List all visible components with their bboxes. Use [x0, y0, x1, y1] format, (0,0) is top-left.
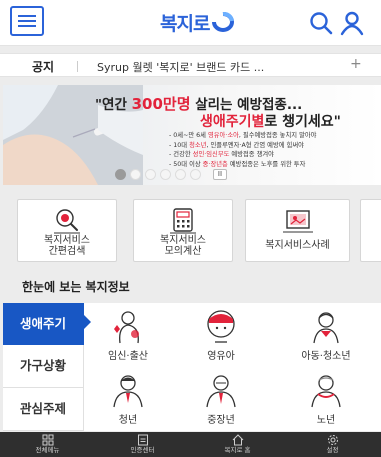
nav-label: 인증센터 [130, 446, 155, 454]
category-label: 영유아 [207, 351, 235, 362]
nav-certificate-center[interactable]: 인증센터 [95, 432, 190, 457]
nav-settings[interactable]: 설정 [285, 432, 380, 457]
nav-label: 전체메뉴 [35, 446, 60, 454]
service-label: 복지서비스 [160, 235, 206, 246]
welfare-info-panel: 생애 주기 가구 상황 관심 주제 임신·출산 영유아 아동·청소년 청년 중장… [3, 303, 381, 431]
slide-dot[interactable] [145, 169, 156, 180]
category-elderly[interactable]: 노년 [286, 373, 366, 426]
middle-aged-icon [206, 375, 236, 408]
hamburger-menu-icon[interactable] [10, 6, 44, 36]
category-label: 중장년 [207, 415, 235, 426]
category-label: 청년 [118, 415, 138, 426]
category-label: 노년 [316, 415, 336, 426]
certificate-icon [137, 434, 148, 446]
banner-bullets: - 0세~만 6세 영유아·소아, 필수예방접종 놓치지 말아야 - 10대 청… [169, 131, 316, 169]
pause-button[interactable]: II [213, 169, 227, 180]
pregnant-woman-icon [114, 311, 139, 344]
tab-life-cycle[interactable]: 생애 주기 [3, 303, 84, 345]
notice-more-button[interactable]: + [350, 56, 362, 72]
category-pregnancy[interactable]: 임신·출산 [88, 309, 168, 362]
service-card-cases[interactable]: 복지서비스사례 [245, 199, 350, 262]
service-card-mock-calc[interactable]: 복지서비스 모의계산 [133, 199, 233, 262]
slide-dot[interactable] [175, 169, 186, 180]
case-photo-icon [282, 210, 313, 233]
slide-dot[interactable] [115, 169, 126, 180]
settings-gear-icon [327, 435, 338, 445]
notice-divider [77, 61, 78, 72]
notice-label: 공지 [32, 60, 55, 74]
section-title: 한눈에 보는 복지정보 [22, 280, 130, 294]
search-icon[interactable] [308, 10, 334, 36]
logo-text: 복지로 [160, 12, 210, 35]
notice-text[interactable]: Syrup 월렛 '복지로' 브랜드 카드 ... [97, 59, 264, 75]
banner-subtitle: 생애주기별로 챙기세요" [200, 114, 341, 130]
service-label: 복지서비스사례 [265, 240, 330, 251]
logo[interactable]: 복지로 [160, 8, 236, 36]
user-icon[interactable] [339, 10, 365, 36]
young-adult-icon [113, 375, 143, 408]
app-header: 복지로 [0, 0, 381, 46]
tab-interest[interactable]: 관심 주제 [3, 388, 84, 431]
category-label: 아동·청소년 [301, 351, 351, 362]
category-infant[interactable]: 영유아 [181, 309, 261, 362]
calculator-icon [170, 208, 196, 234]
service-label: 모의계산 [164, 246, 202, 257]
service-label: 복지서비스 [44, 235, 90, 246]
baby-icon [207, 310, 235, 343]
category-young-adult[interactable]: 청년 [88, 373, 168, 426]
service-card-simple-search[interactable]: 복지서비스 간편검색 [17, 199, 117, 262]
slide-dot[interactable] [130, 169, 141, 180]
elderly-icon [311, 375, 341, 408]
banner-bullet: - 50대 이상 중·장년층 예방접종은 노후를 위한 투자 [169, 160, 306, 168]
grid-menu-icon [42, 434, 53, 446]
banner-bullet: - 건강한 성인·임신부도 예방접종 챙겨야 [169, 151, 274, 159]
tab-household[interactable]: 가구 상황 [3, 345, 84, 388]
category-label: 임신·출산 [108, 351, 148, 362]
child-icon [313, 312, 339, 344]
nav-label: 설정 [326, 446, 339, 454]
slide-dot[interactable] [190, 169, 201, 180]
slide-dot[interactable] [160, 169, 171, 180]
category-middle-aged[interactable]: 중장년 [181, 373, 261, 426]
bottom-nav: 전체메뉴 인증센터 복지로 홈 설정 [0, 432, 381, 457]
promo-banner[interactable]: "연간 300만명 살리는 예방접종... 생애주기별로 챙기세요" - 0세~… [3, 85, 381, 185]
service-label: 간편검색 [48, 246, 86, 257]
nav-home[interactable]: 복지로 홈 [190, 432, 285, 457]
nav-all-menu[interactable]: 전체메뉴 [0, 432, 95, 457]
category-child-youth[interactable]: 아동·청소년 [286, 309, 366, 362]
nav-label: 복지로 홈 [224, 446, 251, 454]
search-document-icon [54, 209, 80, 234]
service-card-next[interactable] [360, 199, 381, 262]
notice-bar[interactable]: 공지 Syrup 월렛 '복지로' 브랜드 카드 ... + [0, 53, 381, 77]
banner-bullet: - 10대 청소년, 인플루엔자·A형 간염 예방에 힘써야 [169, 141, 304, 149]
slide-indicator: II [115, 169, 227, 180]
home-icon [232, 434, 243, 446]
banner-bullet: - 0세~만 6세 영유아·소아, 필수예방접종 놓치지 말아야 [169, 132, 317, 139]
logo-swirl-icon [212, 12, 235, 32]
